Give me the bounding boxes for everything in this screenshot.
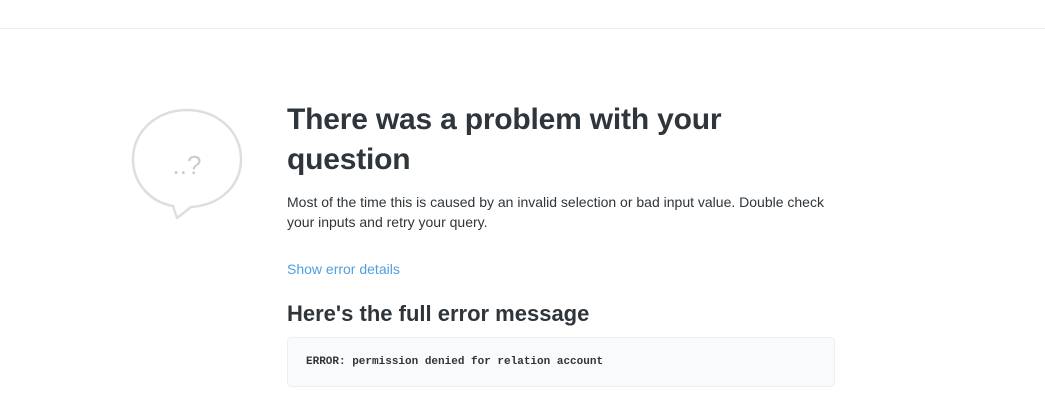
error-description: Most of the time this is caused by an in…	[287, 194, 824, 230]
speech-bubble-question-icon: ..?	[130, 106, 244, 222]
error-panel: There was a problem with your question M…	[287, 100, 847, 387]
header-divider	[0, 28, 1045, 29]
icon-glyph: ..?	[173, 150, 202, 180]
show-error-details-link[interactable]: Show error details	[287, 259, 400, 279]
page-title: There was a problem with your question	[287, 103, 722, 176]
error-message-text: ERROR: permission denied for relation ac…	[306, 356, 604, 368]
error-message-box: ERROR: permission denied for relation ac…	[287, 337, 835, 387]
error-details-heading: Here's the full error message	[287, 301, 590, 326]
